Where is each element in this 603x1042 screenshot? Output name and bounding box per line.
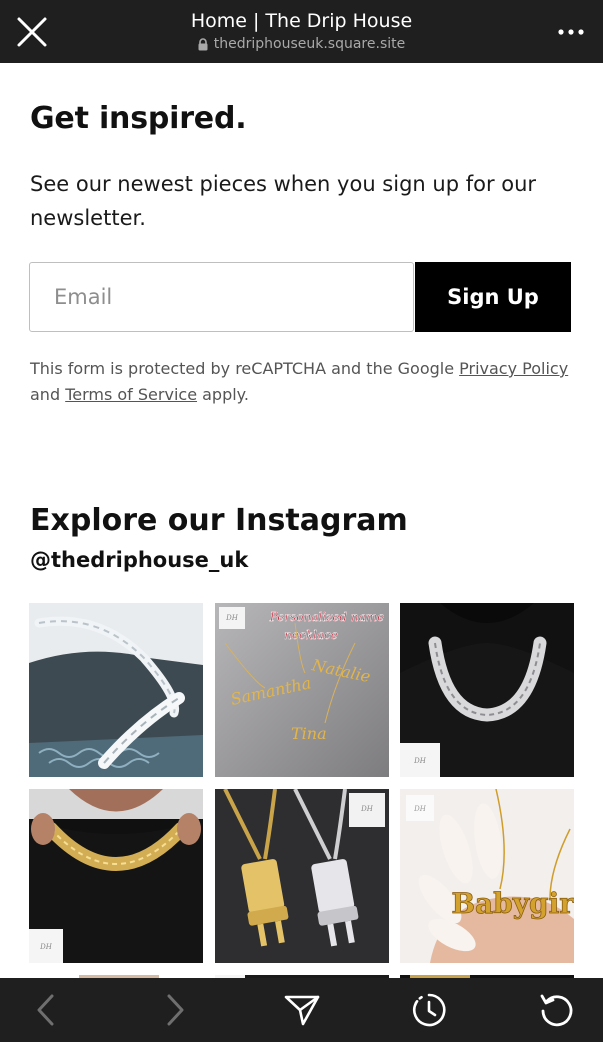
share-button[interactable] [282, 990, 322, 1030]
email-input[interactable] [29, 262, 414, 332]
instagram-post-silver-cuban-chain[interactable] [29, 603, 203, 777]
instagram-post-babygirl-necklace[interactable]: DH Babygirl [400, 789, 574, 963]
forward-icon [167, 994, 184, 1026]
silver-cuban-chain-image [29, 603, 203, 777]
page-title-block: Home | The Drip House thedriphouseuk.squ… [80, 8, 523, 53]
url-text: thedriphouseuk.square.site [213, 36, 406, 52]
svg-text:DH: DH [413, 805, 427, 813]
newsletter-heading: Get inspired. [30, 101, 247, 136]
browser-bottom-toolbar [0, 978, 603, 1042]
history-icon [413, 993, 446, 1027]
recaptcha-text-prefix: This form is protected by reCAPTCHA and … [30, 359, 460, 378]
personalized-name-necklace-image: DH Personalized name necklace Samantha N… [215, 603, 389, 777]
more-options-button[interactable] [557, 22, 585, 42]
history-button[interactable] [409, 990, 449, 1030]
babygirl-pendant-text: Babygirl [451, 887, 574, 920]
recaptcha-text-middle: and [30, 385, 66, 404]
svg-text:necklace: necklace [284, 628, 338, 642]
forward-button[interactable] [155, 990, 195, 1030]
privacy-policy-link[interactable]: Privacy Policy [459, 359, 568, 378]
share-icon [284, 995, 320, 1026]
newsletter-description: See our newest pieces when you sign up f… [30, 172, 537, 230]
page-content: Get inspired. See our newest pieces when… [0, 63, 603, 978]
instagram-handle: @thedriphouse_uk [30, 548, 249, 572]
svg-text:DH: DH [413, 757, 427, 765]
instagram-post-plug-pendant-chains[interactable]: DH [215, 789, 389, 963]
plug-pendant-chains-image: DH [215, 789, 389, 963]
recaptcha-notice: This form is protected by reCAPTCHA and … [30, 356, 570, 408]
instagram-post-iced-cuban-chain[interactable]: DH [400, 603, 574, 777]
back-icon [37, 994, 54, 1026]
close-icon [17, 17, 47, 47]
lock-icon [198, 37, 208, 50]
gold-chain-worn-image: DH [29, 789, 203, 963]
svg-text:DH: DH [360, 805, 374, 813]
babygirl-necklace-image: DH Babygirl [400, 789, 574, 963]
more-icon [558, 29, 584, 35]
terms-of-service-link[interactable]: Terms of Service [65, 385, 197, 404]
svg-text:Tina: Tina [291, 724, 327, 743]
refresh-button[interactable] [536, 990, 576, 1030]
instagram-heading: Explore our Instagram [30, 503, 408, 538]
iced-cuban-chain-image: DH [400, 603, 574, 777]
refresh-icon [540, 994, 573, 1027]
page-title: Home | The Drip House [190, 10, 413, 32]
back-button[interactable] [26, 990, 66, 1030]
browser-top-bar: Home | The Drip House thedriphouseuk.squ… [0, 0, 603, 63]
svg-text:DH: DH [39, 943, 53, 951]
recaptcha-text-suffix: apply. [197, 385, 249, 404]
instagram-post-gold-chain-worn[interactable]: DH [29, 789, 203, 963]
close-button[interactable] [14, 14, 50, 50]
sign-up-button[interactable]: Sign Up [415, 262, 571, 332]
url-row: thedriphouseuk.square.site [80, 35, 523, 53]
svg-text:Personalized name: Personalized name [269, 610, 385, 624]
svg-text:DH: DH [225, 614, 239, 622]
instagram-post-personalized-name-necklace[interactable]: DH Personalized name necklace Samantha N… [215, 603, 389, 777]
